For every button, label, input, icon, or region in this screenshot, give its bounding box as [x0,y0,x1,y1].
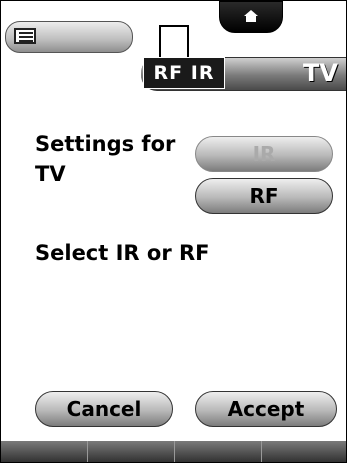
mode-badge: RF IR [143,57,225,89]
bottom-tab[interactable] [1,441,88,462]
menu-button[interactable] [5,21,133,53]
cancel-button[interactable]: Cancel [35,391,173,427]
list-icon [14,28,36,44]
ir-button[interactable]: IR [195,136,333,172]
bottom-tab-bar [1,441,346,462]
settings-label: Settings for TV [35,132,176,186]
page-title: TV [303,59,338,87]
home-button[interactable] [219,1,283,33]
instruction-text: Select IR or RF [35,241,210,265]
bottom-tab[interactable] [175,441,262,462]
bottom-tab[interactable] [88,441,175,462]
bottom-tab[interactable] [262,441,346,462]
home-icon [244,10,258,22]
device-icon [159,25,189,59]
accept-button[interactable]: Accept [195,391,337,427]
rf-button[interactable]: RF [195,178,333,214]
screen: RF IR TV Settings for TV IR RF Select IR… [0,0,347,463]
